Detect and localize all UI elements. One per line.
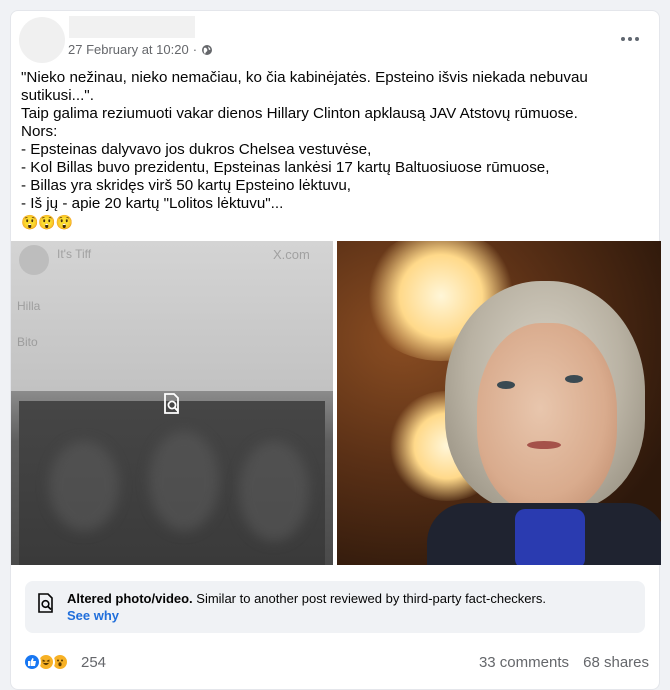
more-options-icon[interactable] [621,33,645,45]
blurred-tweet-area [11,241,333,391]
altered-media-search-icon [164,393,179,414]
blurred-photo-area [19,401,325,565]
like-icon [23,653,41,671]
post-text-line: - Billas yra skridęs virš 50 kartų Epste… [21,177,352,194]
blurred-text: Bito [17,335,38,349]
portrait-eye [565,375,583,383]
shares-count[interactable]: 68 shares [583,654,649,671]
post-card: 27 February at 10:20 · "Nieko nežinau, n… [10,10,661,690]
portrait-face [477,323,617,513]
author-name-redacted[interactable] [69,16,195,38]
post-meta: 27 February at 10:20 · [68,42,213,57]
reaction-icons[interactable] [23,653,69,671]
blurred-text: X.com [273,247,310,262]
fact-check-body: Similar to another post reviewed by thir… [192,591,546,606]
post-text-line: Taip galima reziumuoti vakar dienos Hill… [21,105,578,122]
post-footer: 254 33 comments 68 shares [11,647,661,677]
portrait-mouth [527,441,561,449]
comments-count[interactable]: 33 comments [479,654,569,671]
post-text-line: Nors: [21,123,58,140]
meta-separator: · [192,42,198,57]
portrait-collar [515,509,585,565]
altered-media-search-icon [38,593,53,613]
post-text-line: - Kol Billas buvo prezidentu, Epsteinas … [21,159,550,176]
reaction-count[interactable]: 254 [81,654,106,671]
globe-icon [202,44,213,55]
fact-check-text: Altered photo/video. Similar to another … [67,590,546,607]
blurred-avatar [19,245,49,275]
blurred-text: Hilla [17,299,41,313]
blurred-altered-image[interactable]: It's Tiff X.com Hilla Bito [11,241,333,565]
post-text-line: - Epsteinas dalyvavo jos dukros Chelsea … [21,141,372,158]
post-timestamp[interactable]: 27 February at 10:20 [68,42,189,57]
post-text-line: - Iš jų - apie 20 kartų "Lolitos lėktuvu… [21,195,284,212]
fact-check-notice: Altered photo/video. Similar to another … [25,581,645,633]
post-header: 27 February at 10:20 · [11,11,661,71]
blurred-text: It's Tiff [57,247,92,261]
author-avatar[interactable] [19,17,65,63]
post-text-line: "Nieko nežinau, nieko nemačiau, ko čia k… [21,69,593,104]
astonished-emoji-row: 😲😲😲 [21,214,74,230]
post-media: It's Tiff X.com Hilla Bito [11,241,661,565]
fact-check-title: Altered photo/video. [67,591,193,606]
portrait-photo[interactable] [337,241,661,565]
see-why-link[interactable]: See why [67,607,119,624]
post-text: "Nieko nežinau, nieko nemačiau, ko čia k… [21,69,651,231]
portrait-eye [497,381,515,389]
